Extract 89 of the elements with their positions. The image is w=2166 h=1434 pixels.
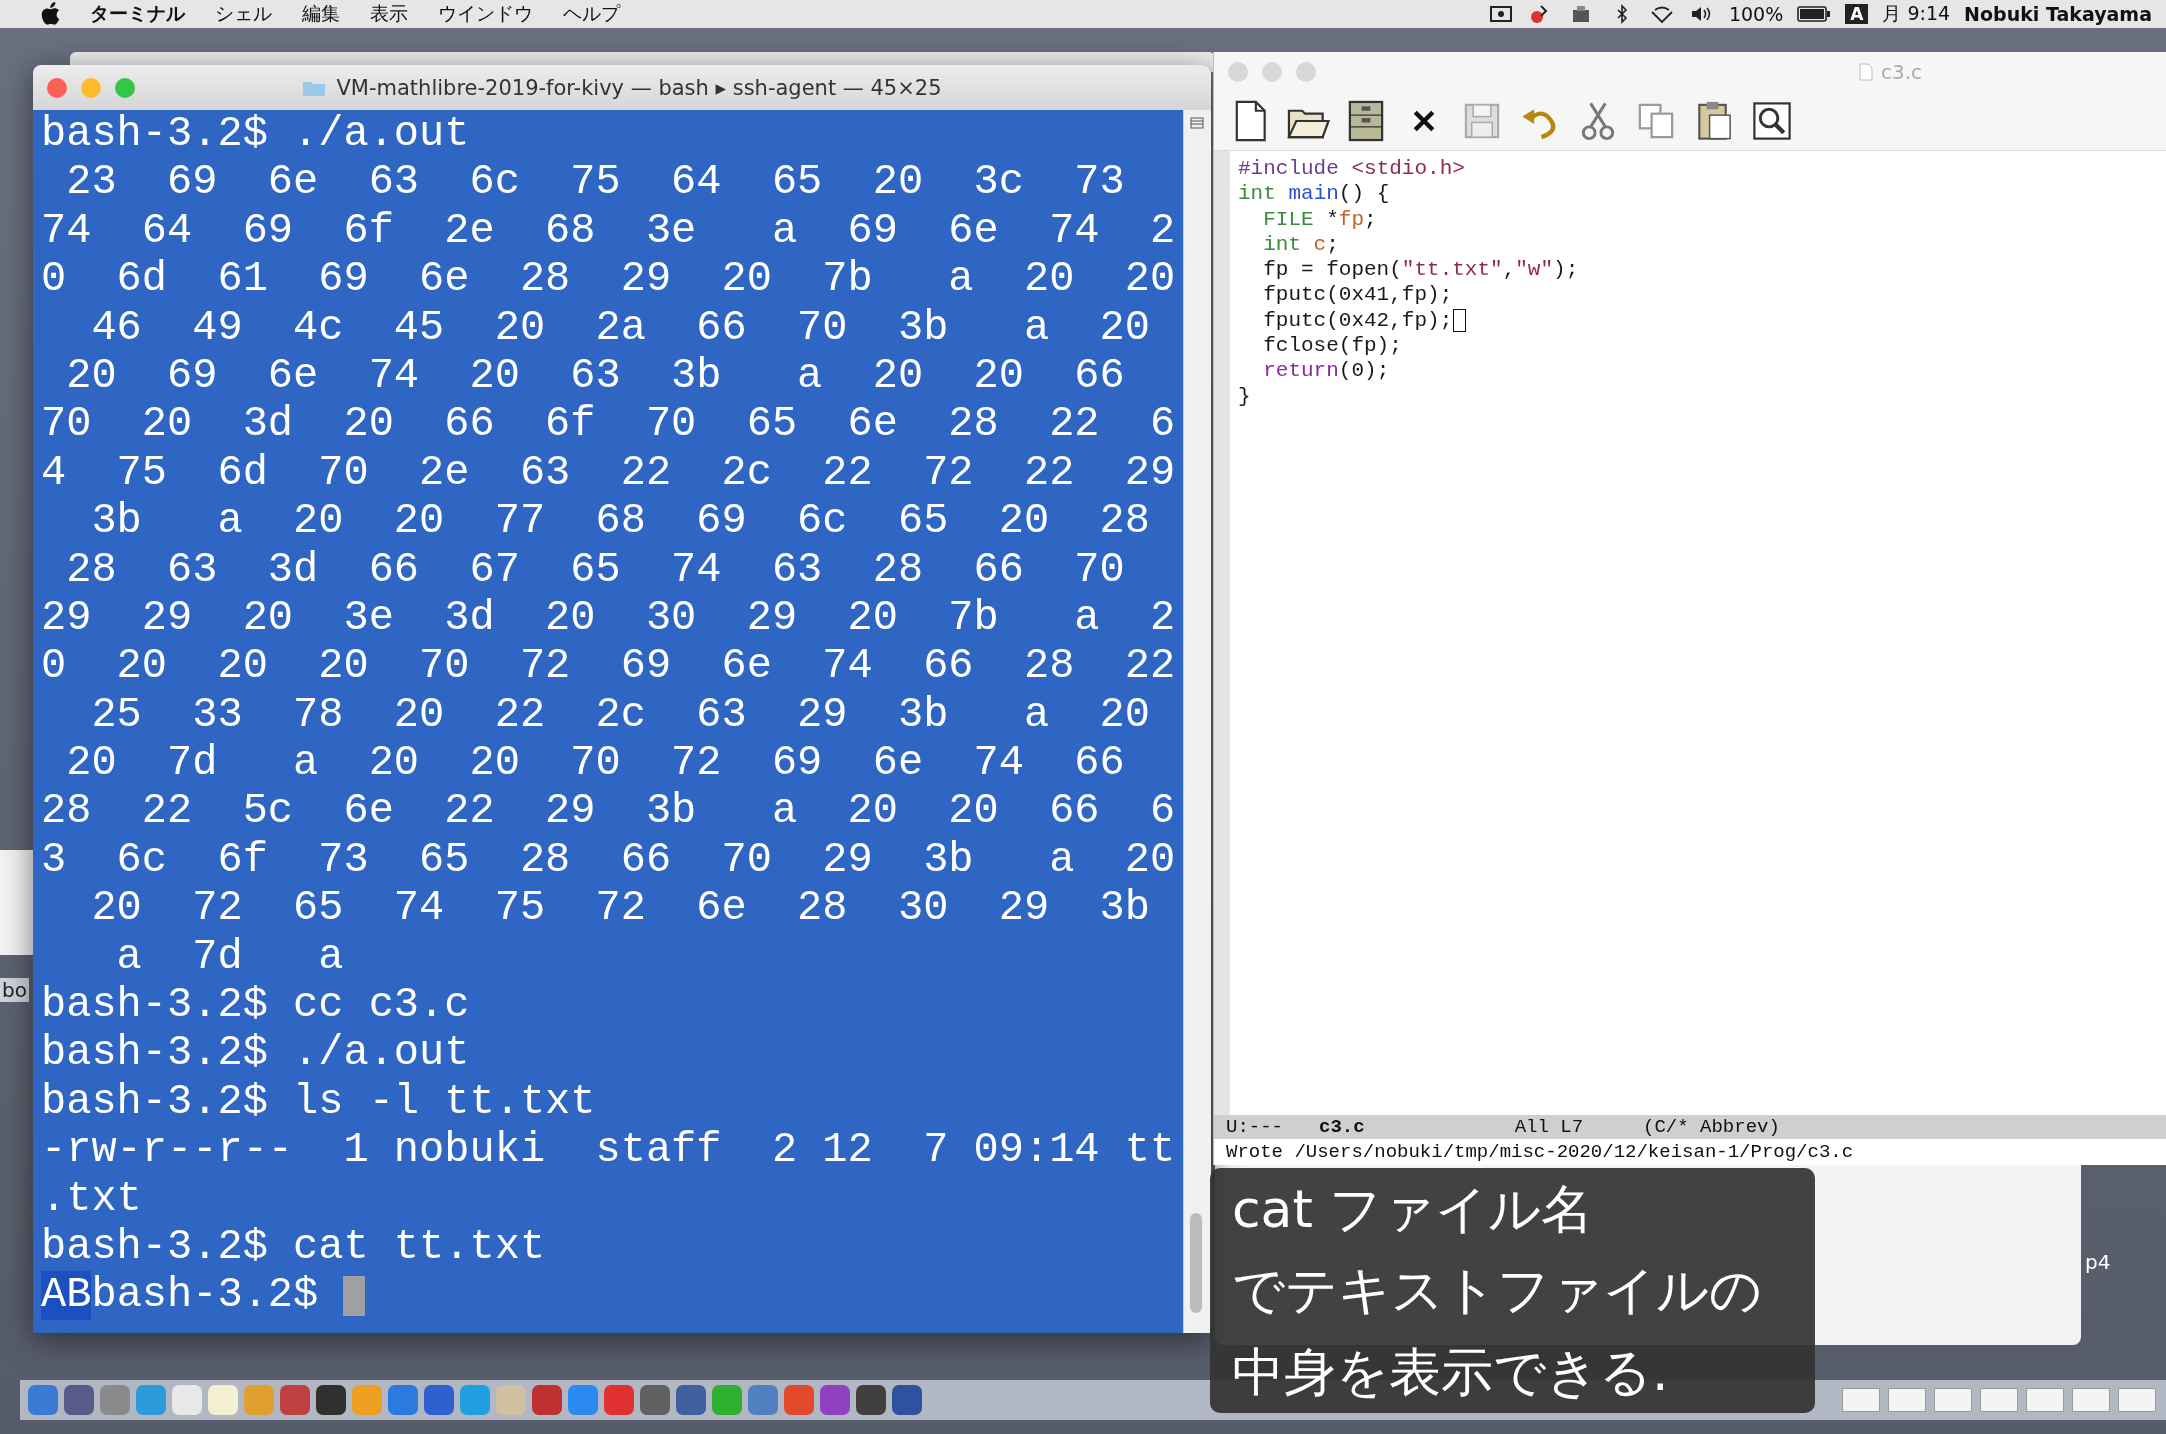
code-line: int main() { — [1238, 181, 1391, 207]
close-button[interactable] — [47, 77, 67, 98]
desktop-file-label: p4 — [2085, 1250, 2111, 1274]
terminal-line: 3b a 20 20 77 68 69 6c 65 20 28 — [90, 497, 1151, 546]
buffer-status: U:--- — [1226, 1116, 1283, 1138]
wifi-icon[interactable] — [1648, 4, 1675, 24]
window-thumbnail[interactable] — [2072, 1388, 2110, 1412]
menu-item[interactable]: ヘルプ — [563, 1, 620, 27]
menu-item[interactable]: 編集 — [302, 1, 340, 27]
terminal-line: 4 75 6d 70 2e 63 22 2c 22 72 22 29 — [41, 448, 1177, 498]
terminal-line: 46 49 4c 45 20 2a 66 70 3b a 20 — [90, 303, 1151, 352]
window-thumbnail[interactable] — [2026, 1388, 2064, 1412]
terminal-line: 3 6c 6f 73 65 28 66 70 29 3b a 20 — [41, 835, 1177, 885]
scrollbar-thumb[interactable] — [1190, 1213, 1202, 1313]
terminal-line: a 7d a — [115, 932, 345, 982]
window-title: c3.c — [1880, 60, 1923, 84]
document-icon — [1858, 63, 1873, 81]
window-thumbnail[interactable] — [1888, 1388, 1926, 1412]
code-line: } — [1238, 383, 1252, 409]
menu-item[interactable]: 表示 — [370, 1, 408, 27]
input-mode-indicator[interactable]: A — [1845, 4, 1869, 24]
apple-logo-icon[interactable] — [40, 2, 60, 26]
code-line: #include <stdio.h> — [1238, 156, 1466, 182]
app-menu[interactable]: ターミナル — [90, 1, 185, 27]
terminal-line: bash-3.2$ cc c3.c — [41, 981, 471, 1030]
app-icon[interactable] — [676, 1385, 706, 1415]
terminal-line: 28 22 5c 6e 22 29 3b a 20 20 66 6 — [41, 787, 1177, 836]
cursor-position: All L7 — [1514, 1116, 1584, 1138]
user-name[interactable]: Nobuki Takayama — [1964, 3, 2152, 25]
major-mode: (C/* Abbrev) — [1643, 1116, 1780, 1138]
app-icon[interactable] — [820, 1385, 850, 1415]
desktop-file-label: bo — [0, 978, 29, 1002]
code-line: int c; — [1262, 231, 1340, 258]
terminal-line: -rw-r--r-- 1 nobuki staff 2 12 7 09:14 tt — [41, 1126, 1177, 1175]
terminal-line: 23 69 6e 63 6c 75 64 65 20 3c 73 — [65, 158, 1126, 207]
code-line: fputc(0x42,fp); — [1238, 307, 2166, 334]
buffer-name: c3.c — [1319, 1116, 1365, 1138]
terminal-line: bash-3.2$ ./a.out — [41, 110, 471, 159]
menu-clock[interactable]: 月 9:14 — [1882, 1, 1951, 27]
app-icon[interactable] — [424, 1385, 454, 1415]
terminal-line: 20 7d a 20 20 70 72 69 6e 74 66 — [65, 739, 1126, 788]
window-thumbnail[interactable] — [1980, 1388, 2018, 1412]
menu-item[interactable]: シェル — [215, 1, 272, 27]
subtitle-text: 中身を表示できる. — [1232, 1341, 1670, 1405]
window-thumbnail[interactable] — [1842, 1388, 1880, 1412]
terminal-line: bash-3.2$ ls -l tt.txt — [41, 1077, 597, 1127]
terminal-line: 25 33 78 20 22 2c 63 29 3b a 20 — [90, 690, 1151, 740]
scrollbar[interactable] — [1183, 110, 1211, 1333]
window-thumbnail[interactable] — [1934, 1388, 1972, 1412]
terminal-line: 0 6d 61 69 6e 28 29 20 7b a 20 20 — [41, 255, 1177, 304]
screen-capture-icon[interactable] — [1488, 4, 1515, 24]
window-thumbnail[interactable] — [2118, 1388, 2156, 1412]
minimize-button[interactable] — [81, 77, 101, 98]
code-line: fputc(0x41,fp); — [1262, 282, 1454, 308]
terminal-line: 70 20 3d 20 66 6f 70 65 6e 28 22 6 — [41, 400, 1177, 449]
app-icon[interactable] — [640, 1385, 670, 1415]
search-icon[interactable] — [1750, 99, 1794, 143]
split-pane-icon[interactable] — [1190, 116, 1204, 130]
minibuffer-message: Wrote /Users/nobuki/tmp/misc-2020/12/keisan-1/Prog/c3.c — [1225, 1140, 1855, 1165]
battery-percentage: 100% — [1728, 3, 1784, 25]
terminal-line: 74 64 69 6f 2e 68 3e a 69 6e 74 2 — [41, 206, 1177, 256]
app-icon[interactable] — [532, 1385, 562, 1415]
terminal-line: bash-3.2$ ./a.out — [41, 1029, 471, 1078]
terminal-line: 0 20 20 20 70 72 69 6e 74 66 28 22 — [41, 642, 1177, 691]
terminal-line: 28 63 3d 66 67 65 74 63 28 66 70 — [65, 545, 1126, 594]
zoom-button[interactable] — [1296, 62, 1316, 82]
app-icon[interactable] — [892, 1385, 922, 1415]
close-button[interactable] — [1228, 62, 1248, 82]
app-icon[interactable] — [316, 1385, 346, 1415]
subtitle-text: でテキストファイルの — [1232, 1259, 1763, 1323]
terminal-line: 20 72 65 74 75 72 6e 28 30 29 3b — [90, 884, 1151, 933]
zoom-button[interactable] — [115, 77, 135, 98]
selected-text: AB — [41, 1271, 92, 1320]
code-line: fp = fopen("tt.txt","w"); — [1262, 257, 1580, 283]
app-icon[interactable] — [64, 1385, 94, 1415]
minimize-button[interactable] — [1262, 62, 1282, 82]
subtitle-text: cat ファイル名 — [1232, 1177, 1595, 1241]
menu-item[interactable]: ウインドウ — [438, 1, 533, 27]
code-line: FILE *fp; — [1262, 206, 1378, 232]
code-line: fclose(fp); — [1262, 333, 1403, 359]
code-line: return(0); — [1262, 358, 1391, 384]
terminal-line: 29 29 20 3e 3d 20 30 29 20 7b a 2 — [41, 593, 1177, 643]
battery-icon[interactable] — [1797, 4, 1832, 24]
terminal-line: 20 69 6e 74 20 63 3b a 20 20 66 — [65, 351, 1126, 401]
terminal-line: bash-3.2$ cat tt.txt — [41, 1223, 547, 1272]
terminal-line: .txt — [41, 1174, 143, 1223]
window-title: VM-mathlibre-2019-for-kivy — bash ▸ ssh-agent — 45×25 — [336, 75, 942, 100]
app-icon[interactable] — [856, 1385, 886, 1415]
terminal-prompt: bash-3.2$ — [91, 1271, 319, 1320]
